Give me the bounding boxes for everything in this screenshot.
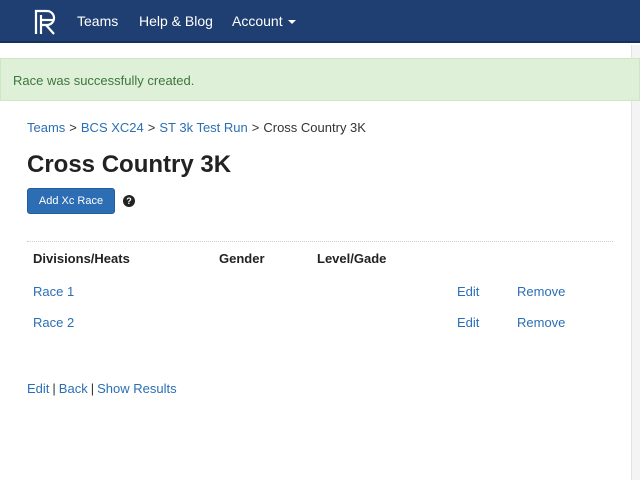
race-1-link[interactable]: Race 1 (33, 284, 74, 299)
breadcrumb: Teams > BCS XC24 > ST 3k Test Run > Cross Coun… (27, 120, 366, 135)
nav-help-blog-link[interactable]: Help & Blog (139, 13, 213, 29)
table-top-divider (27, 241, 613, 242)
nav-account-dropdown[interactable]: Account (232, 13, 296, 29)
success-alert: Race was successfully created. (0, 58, 640, 101)
breadcrumb-team-link[interactable]: BCS XC24 (81, 120, 144, 135)
race-2-remove-link[interactable]: Remove (517, 315, 565, 330)
race-1-edit-link[interactable]: Edit (457, 284, 479, 299)
nav-account-label: Account (232, 13, 283, 29)
breadcrumb-separator: > (69, 120, 77, 135)
question-circle-icon[interactable]: ? (123, 195, 135, 207)
breadcrumb-separator: > (251, 120, 260, 135)
rp-logo-icon[interactable] (32, 8, 58, 36)
caret-down-icon (287, 20, 296, 25)
footer-separator: | (90, 381, 95, 396)
footer-show-results-link[interactable]: Show Results (97, 381, 176, 396)
page-right-gutter (631, 45, 640, 480)
nav-teams-link[interactable]: Teams (77, 13, 118, 29)
race-2-edit-link[interactable]: Edit (457, 315, 479, 330)
add-xc-race-button[interactable]: Add Xc Race (27, 188, 115, 214)
breadcrumb-meet-link[interactable]: ST 3k Test Run (159, 120, 247, 135)
footer-separator: | (52, 381, 56, 396)
column-header-gender: Gender (219, 251, 265, 266)
footer-links: Edit | Back | Show Results (27, 381, 177, 396)
breadcrumb-teams-link[interactable]: Teams (27, 120, 65, 135)
alert-message: Race was successfully created. (13, 73, 195, 88)
top-navbar: Teams Help & Blog Account (0, 0, 640, 43)
race-2-link[interactable]: Race 2 (33, 315, 74, 330)
footer-back-link[interactable]: Back (59, 381, 88, 396)
page-title: Cross Country 3K (27, 151, 232, 178)
breadcrumb-current: Cross Country 3K (263, 120, 366, 135)
column-header-level: Level/Gade (317, 251, 387, 266)
breadcrumb-separator: > (147, 120, 156, 135)
column-header-divisions: Divisions/Heats (33, 251, 130, 266)
race-1-remove-link[interactable]: Remove (517, 284, 565, 299)
footer-edit-link[interactable]: Edit (27, 381, 49, 396)
